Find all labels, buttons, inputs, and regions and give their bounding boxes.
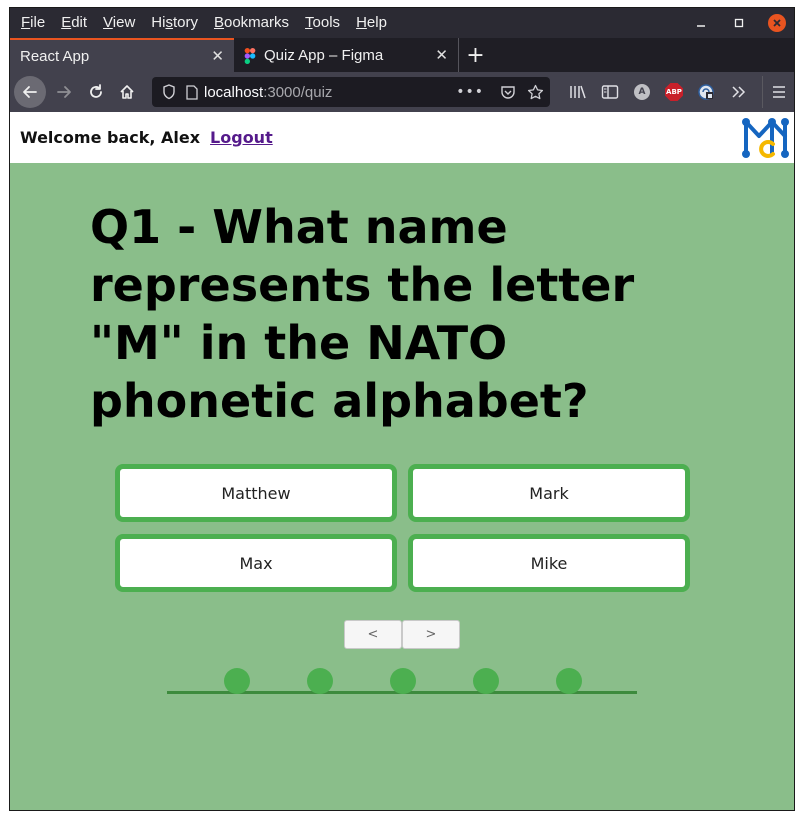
question-pager: < > [344, 620, 460, 649]
menu-accel: B [213, 14, 224, 31]
hamburger-menu-icon[interactable] [762, 76, 794, 108]
home-icon[interactable] [111, 76, 143, 108]
navigation-bar: localhost:3000/quiz ••• A ABP [10, 72, 794, 112]
account-icon[interactable]: A [626, 76, 658, 108]
adblock-plus-icon[interactable]: ABP [658, 76, 690, 108]
answer-option-3[interactable]: Max [115, 534, 397, 592]
next-question-button[interactable]: > [402, 620, 460, 649]
url-path: :3000/quiz [263, 83, 333, 101]
browser-window: File Edit View History Bookmarks Tools H… [9, 7, 795, 811]
menu-history[interactable]: History [143, 8, 206, 38]
tab-figma[interactable]: Quiz App – Figma ✕ [234, 38, 458, 72]
sidebar-icon[interactable] [594, 76, 626, 108]
tracking-shield-icon[interactable] [162, 84, 176, 100]
bookmark-star-icon[interactable] [527, 84, 544, 101]
pocket-icon[interactable] [500, 84, 516, 100]
menu-accel: H [356, 14, 367, 31]
menu-accel: s [165, 14, 173, 31]
answer-option-2[interactable]: Mark [408, 464, 690, 522]
url-host: localhost [204, 83, 264, 101]
new-tab-plus-icon[interactable]: + [458, 38, 492, 72]
menu-accel: V [103, 14, 113, 31]
menu-label: elp [366, 14, 387, 31]
url-text[interactable]: localhost:3000/quiz [204, 84, 332, 101]
adblock-text: ABP [665, 83, 683, 101]
app-header: Welcome back, Alex Logout [10, 112, 794, 163]
back-arrow-icon[interactable] [14, 76, 46, 108]
window-controls [692, 8, 786, 38]
menu-accel: E [61, 14, 72, 31]
menu-label: tory [172, 14, 198, 31]
answer-option-1[interactable]: Matthew [115, 464, 397, 522]
forward-arrow-icon[interactable] [48, 76, 80, 108]
menu-accel: F [21, 14, 31, 31]
maximize-icon[interactable] [730, 14, 748, 32]
menu-label: dit [71, 14, 88, 31]
progress-stepper [167, 666, 637, 696]
menu-label: iew [112, 14, 136, 31]
menu-tools[interactable]: Tools [297, 8, 348, 38]
previous-question-button[interactable]: < [344, 620, 402, 649]
page-info-icon[interactable] [186, 84, 198, 100]
answer-grid: Matthew Mark Max Mike [115, 464, 690, 592]
toolbar-icons: A ABP [562, 76, 794, 108]
close-icon[interactable]: ✕ [211, 47, 224, 65]
progress-step-dot[interactable] [307, 668, 333, 694]
menu-help[interactable]: Help [348, 8, 395, 38]
window-close-icon[interactable] [768, 14, 786, 32]
menu-label: Hi [151, 14, 166, 31]
answer-option-4[interactable]: Mike [408, 534, 690, 592]
menu-bookmarks[interactable]: Bookmarks [206, 8, 297, 38]
tab-title: React App [20, 47, 90, 65]
app-logo [740, 114, 792, 160]
progress-step-dot[interactable] [390, 668, 416, 694]
menu-bar: File Edit View History Bookmarks Tools H… [10, 8, 794, 38]
tab-strip: React App ✕ Quiz App – Figma ✕ + [10, 38, 794, 72]
menu-accel: T [305, 14, 313, 31]
progress-step-dot[interactable] [556, 668, 582, 694]
progress-step-dot[interactable] [224, 668, 250, 694]
overflow-chevron-icon[interactable] [722, 76, 754, 108]
welcome-text: Welcome back, Alex [20, 128, 201, 147]
menu-file[interactable]: File [13, 8, 53, 38]
question-text: Q1 - What name represents the letter "M"… [90, 200, 635, 428]
library-icon[interactable] [562, 76, 594, 108]
extension-icon[interactable] [690, 76, 722, 108]
url-bar[interactable]: localhost:3000/quiz ••• [152, 77, 550, 107]
menu-edit[interactable]: Edit [53, 8, 95, 38]
minimize-icon[interactable] [692, 14, 710, 32]
page-content: Welcome back, Alex Logout Q1 - What name… [10, 112, 794, 810]
menu-label: ile [30, 14, 46, 31]
menu-label: ookmarks [224, 14, 290, 31]
tab-react-app[interactable]: React App ✕ [10, 38, 234, 72]
page-actions-icon[interactable]: ••• [456, 84, 484, 100]
logout-link[interactable]: Logout [210, 128, 273, 147]
progress-step-dot[interactable] [473, 668, 499, 694]
menu-label: ools [312, 14, 341, 31]
tab-title: Quiz App – Figma [264, 46, 384, 64]
reload-icon[interactable] [80, 76, 112, 108]
menu-view[interactable]: View [95, 8, 143, 38]
close-icon[interactable]: ✕ [435, 46, 448, 64]
account-letter: A [634, 84, 650, 100]
figma-icon [244, 48, 256, 64]
